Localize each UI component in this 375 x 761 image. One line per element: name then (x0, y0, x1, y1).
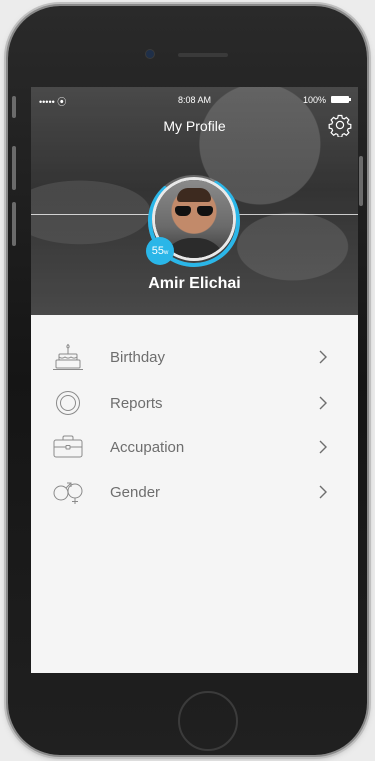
cake-icon (53, 343, 83, 370)
battery-icon (331, 96, 351, 103)
volume-down-button (12, 202, 16, 246)
profile-name: Amir Elichai (148, 275, 241, 292)
status-bar: ••••• ⦿ 8:08 AM 100% (31, 93, 358, 107)
menu-item-label: Reports (110, 395, 163, 412)
badge-unit: w (163, 250, 169, 256)
menu-item-birthday[interactable]: Birthday (31, 337, 358, 377)
earpiece-speaker (178, 53, 228, 57)
menu-item-label: Accupation (110, 439, 185, 456)
menu-item-label: Birthday (110, 349, 166, 366)
weight-badge: 55w (146, 237, 174, 265)
avatar-hair (177, 188, 211, 202)
menu-item-reports[interactable]: Reports (31, 383, 358, 423)
chevron-right-icon (319, 396, 327, 410)
power-button (359, 156, 363, 206)
gear-icon[interactable] (328, 113, 352, 137)
mute-switch (12, 96, 16, 118)
briefcase-icon (53, 435, 83, 458)
chevron-right-icon (319, 440, 327, 454)
badge-value: 55 (151, 245, 164, 257)
menu-item-label: Gender (110, 484, 161, 501)
gender-icon (53, 482, 83, 504)
menu-item-occupation[interactable]: Accupation (31, 427, 358, 467)
volume-up-button (12, 146, 16, 190)
home-button[interactable] (178, 691, 238, 751)
chevron-right-icon (319, 350, 327, 364)
front-camera (146, 50, 154, 58)
avatar-sunglasses (175, 206, 213, 216)
app-screen: ••••• ⦿ 8:08 AM 100% My Profile 55w Amir… (31, 87, 358, 673)
menu-item-gender[interactable]: Gender (31, 472, 358, 512)
chevron-right-icon (319, 485, 327, 499)
page-title: My Profile (163, 118, 226, 134)
battery-percentage: 100% (302, 95, 326, 105)
reports-icon (56, 391, 80, 415)
